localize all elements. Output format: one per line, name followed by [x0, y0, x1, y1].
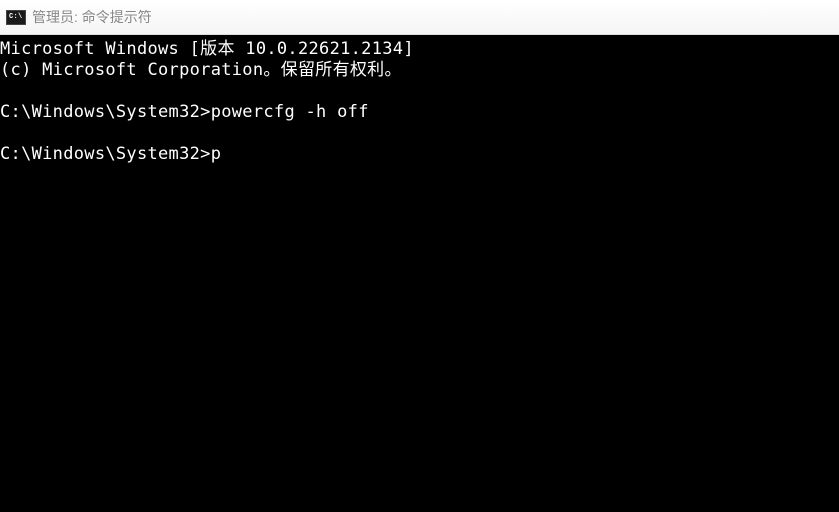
window-titlebar[interactable]: C:\ 管理员: 命令提示符	[0, 0, 839, 35]
terminal-output-copyright: (c) Microsoft Corporation。保留所有权利。	[0, 60, 839, 81]
terminal-blank-line	[0, 123, 839, 144]
terminal-area[interactable]: Microsoft Windows [版本 10.0.22621.2134] (…	[0, 35, 839, 512]
cmd-icon-text: C:\	[9, 13, 23, 21]
terminal-prompt-path: C:\Windows\System32>	[0, 144, 211, 164]
terminal-command: powercfg -h off	[211, 102, 369, 122]
terminal-prompt-line-1: C:\Windows\System32>powercfg -h off	[0, 102, 839, 123]
terminal-prompt-line-2[interactable]: C:\Windows\System32>p	[0, 144, 839, 165]
terminal-output-version: Microsoft Windows [版本 10.0.22621.2134]	[0, 39, 839, 60]
terminal-input[interactable]: p	[211, 144, 222, 164]
terminal-prompt-path: C:\Windows\System32>	[0, 102, 211, 122]
window-title: 管理员: 命令提示符	[32, 7, 152, 27]
cmd-icon: C:\	[6, 10, 26, 25]
terminal-blank-line	[0, 81, 839, 102]
